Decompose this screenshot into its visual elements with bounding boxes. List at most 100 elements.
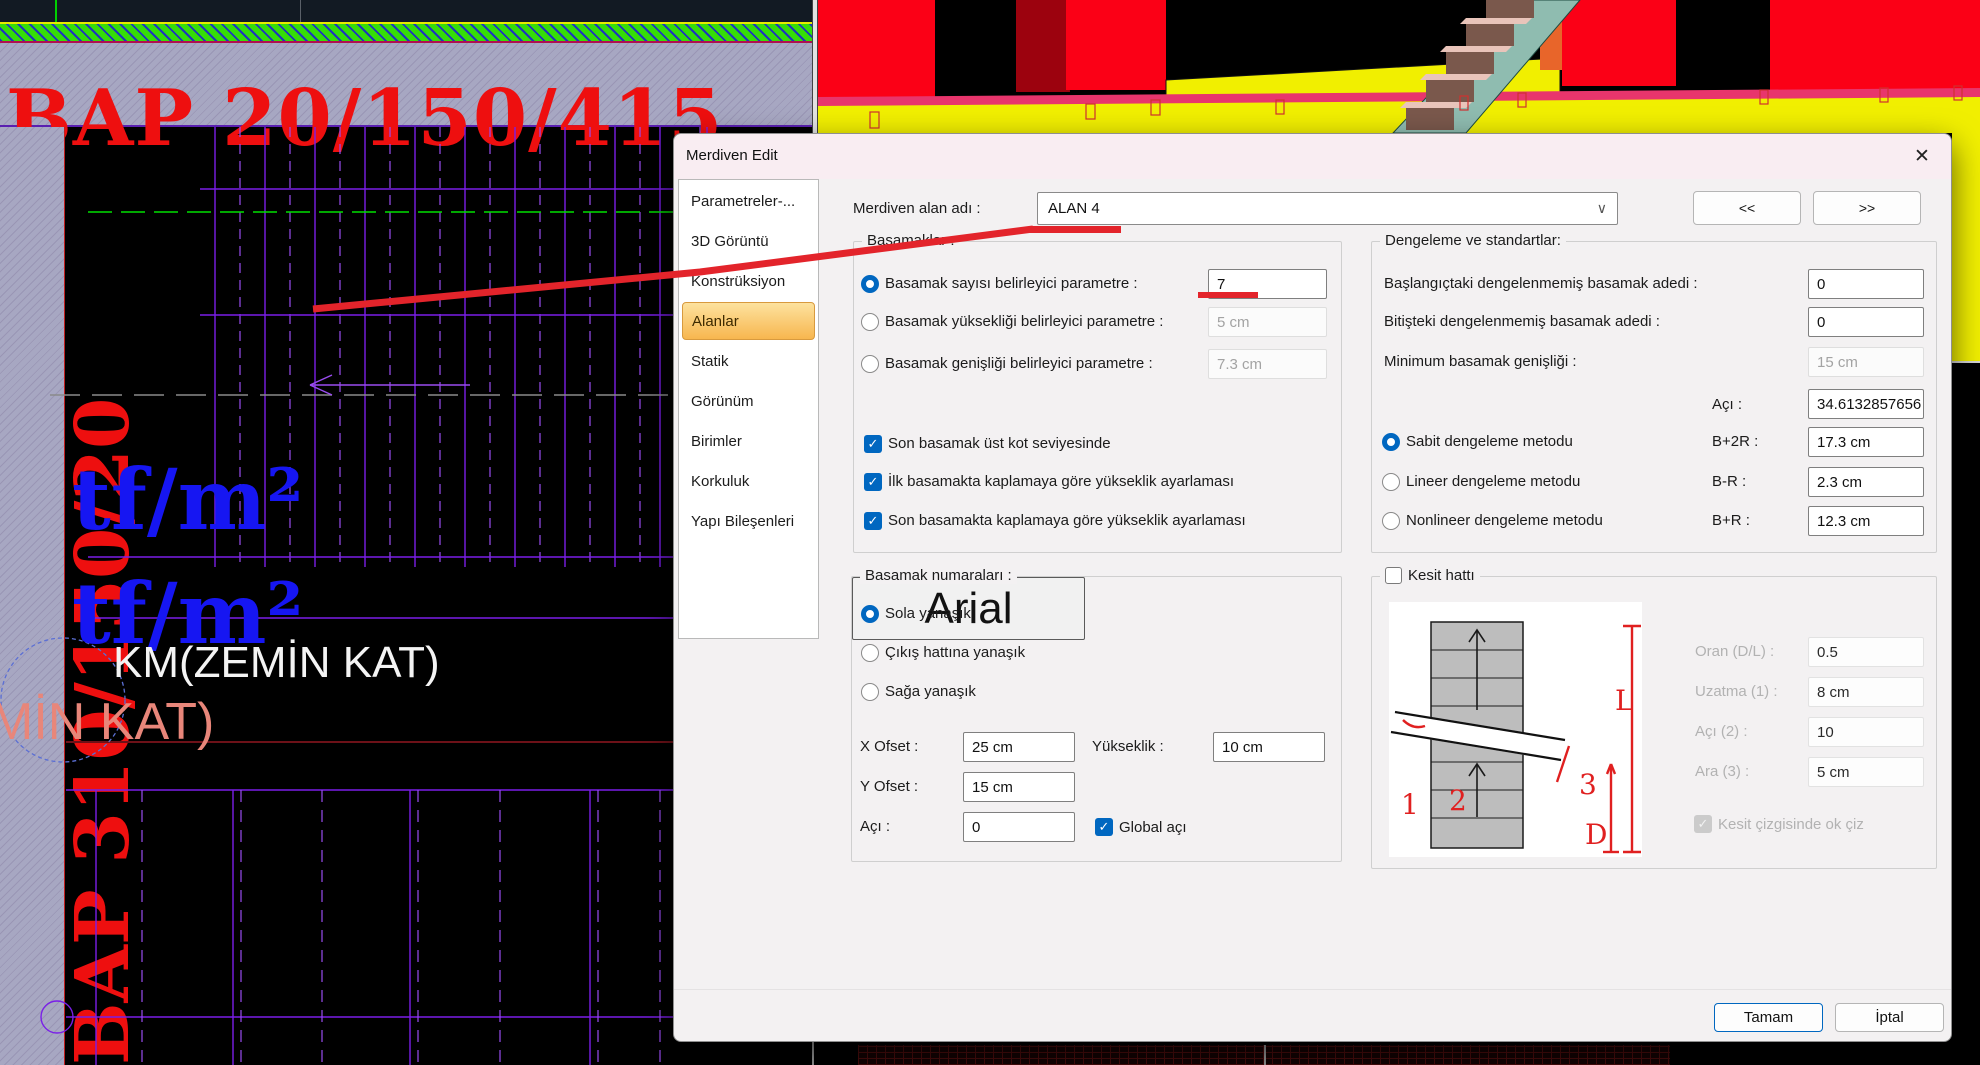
group-basamaklar-legend: Basamaklar : <box>862 232 960 249</box>
basamak-param-label-2: Basamak genişliği belirleyici parametre … <box>885 355 1153 372</box>
dialog-titlebar[interactable]: Merdiven Edit ✕ <box>674 134 1951 179</box>
cad-green-vline <box>55 0 57 22</box>
3d-column <box>1562 0 1676 86</box>
dengeleme-counter-field-1[interactable]: 0 <box>1808 307 1924 337</box>
sidebar-item-3d-g-r-nt-[interactable]: 3D Görüntü <box>682 222 815 260</box>
diagram-label-3: 3 <box>1579 768 1597 801</box>
align-label-0: Sola yanaşık <box>885 605 971 622</box>
align-radio-1[interactable] <box>861 644 879 662</box>
dengeleme-method-label-1: Lineer dengeleme metodu <box>1406 473 1581 490</box>
cancel-button[interactable]: İptal <box>1835 1003 1944 1032</box>
global-aci-label: Global açı <box>1119 819 1187 836</box>
footer-separator <box>674 989 1951 990</box>
aci-label: Açı : <box>1712 396 1743 413</box>
sidebar-item-parametreler-[interactable]: Parametreler-... <box>682 182 815 220</box>
dengeleme-counter-label-1: Bitişteki dengelenmemiş basamak adedi : <box>1384 313 1660 330</box>
kesit-preview-diagram: 1 2 3 L D <box>1389 602 1642 857</box>
kesit-param-label-3: Ara (3) : <box>1695 763 1750 780</box>
sidebar-item-alanlar[interactable]: Alanlar <box>682 302 815 340</box>
group-numaralar-legend: Basamak numaraları : <box>860 567 1017 584</box>
group-basamaklar: Basamaklar : Basamak sayısı belirleyici … <box>853 232 1342 553</box>
dialog-sidebar: Parametreler-... 3D Görüntü Konstrüksiyon A… <box>678 179 819 639</box>
kesit-param-field-1[interactable]: 8 cm <box>1808 677 1924 707</box>
dengeleme-counter-label-2: Minimum basamak genişliği : <box>1384 353 1577 370</box>
ok-ciz-label: Kesit çizgisinde ok çiz <box>1718 816 1864 833</box>
dengeleme-dim-label-0: B+2R : <box>1712 433 1759 450</box>
align-radio-2[interactable] <box>861 683 879 701</box>
aci-field[interactable]: 34.6132857656 <box>1808 389 1924 419</box>
basamak-param-field-2[interactable]: 7.3 cm <box>1208 349 1327 379</box>
basamak-param-field-0[interactable]: 7 <box>1208 269 1327 299</box>
3d-column <box>1770 0 1980 90</box>
dengeleme-method-label-0: Sabit dengeleme metodu <box>1406 433 1573 450</box>
group-kesit-hatti: Kesit hattı 1 2 3 L D ✓ Kesit çizgisinde… <box>1371 567 1937 869</box>
floor-level-label-partial: MİN KAT) <box>0 693 215 751</box>
dengeleme-method-radio-0[interactable] <box>1382 433 1400 451</box>
sidebar-item-konstr-ksiyon[interactable]: Konstrüksiyon <box>682 262 815 300</box>
basamak-param-radio-0[interactable] <box>861 275 879 293</box>
basamak-option-label-2: Son basamakta kaplamaya göre yükseklik a… <box>888 512 1246 529</box>
sidebar-item-statik[interactable]: Statik <box>682 342 815 380</box>
dengeleme-dim-label-2: B+R : <box>1712 512 1750 529</box>
sidebar-item-korkuluk[interactable]: Korkuluk <box>682 462 815 500</box>
group-kesit-legend: Kesit hattı <box>1380 567 1480 584</box>
load-label-1: tf/m² <box>72 450 304 549</box>
cad-top-strip <box>0 0 818 22</box>
y-ofset-label: Y Ofset : <box>860 778 919 795</box>
basamak-option-checkbox-2[interactable]: ✓ <box>864 512 882 530</box>
dengeleme-method-label-2: Nonlineer dengeleme metodu <box>1406 512 1603 529</box>
y-ofset-field[interactable]: 15 cm <box>963 772 1075 802</box>
yukseklik-label: Yükseklik : <box>1092 738 1164 755</box>
numaralar-aci-field[interactable]: 0 <box>963 812 1075 842</box>
x-ofset-field[interactable]: 25 cm <box>963 732 1075 762</box>
align-radio-0[interactable] <box>861 605 879 623</box>
merdiven-edit-dialog: Merdiven Edit ✕ Parametreler-... 3D Görün… <box>673 133 1952 1042</box>
basamak-option-checkbox-1[interactable]: ✓ <box>864 473 882 491</box>
basamak-param-field-1[interactable]: 5 cm <box>1208 307 1327 337</box>
3d-column-shaded <box>1016 0 1070 92</box>
kesit-hatti-label: Kesit hattı <box>1408 567 1475 584</box>
dengeleme-counter-label-0: Başlangıçtaki dengelenmemiş basamak aded… <box>1384 275 1698 292</box>
basamak-option-label-0: Son basamak üst kot seviyesinde <box>888 435 1111 452</box>
diagram-label-1: 1 <box>1401 788 1419 821</box>
3d-floor-right-strip <box>1952 133 1980 361</box>
basamak-param-radio-2[interactable] <box>861 355 879 373</box>
align-label-2: Sağa yanaşık <box>885 683 976 700</box>
kesit-param-field-0[interactable]: 0.5 <box>1808 637 1924 667</box>
dengeleme-method-radio-1[interactable] <box>1382 473 1400 491</box>
basamak-param-label-1: Basamak yüksekliği belirleyici parametre… <box>885 313 1164 330</box>
3d-viewport <box>818 0 1980 133</box>
dengeleme-counter-field-2[interactable]: 15 cm <box>1808 347 1924 377</box>
kesit-param-label-2: Açı (2) : <box>1695 723 1748 740</box>
basamak-param-radio-1[interactable] <box>861 313 879 331</box>
sidebar-item-yap-bile-enleri[interactable]: Yapı Bileşenleri <box>682 502 815 540</box>
next-area-button[interactable]: >> <box>1813 191 1921 225</box>
dengeleme-dim-field-2[interactable]: 12.3 cm <box>1808 506 1924 536</box>
dengeleme-dim-field-1[interactable]: 2.3 cm <box>1808 467 1924 497</box>
area-name-value: ALAN 4 <box>1048 200 1100 217</box>
group-dengeleme-legend: Dengeleme ve standartlar: <box>1380 232 1566 249</box>
sidebar-item-g-r-n-m[interactable]: Görünüm <box>682 382 815 420</box>
ok-button[interactable]: Tamam <box>1714 1003 1823 1032</box>
yukseklik-field[interactable]: 10 cm <box>1213 732 1325 762</box>
dialog-title: Merdiven Edit <box>686 147 778 164</box>
close-icon[interactable]: ✕ <box>1906 141 1938 171</box>
area-name-combobox[interactable]: ALAN 4 ∨ <box>1037 192 1618 225</box>
dengeleme-counter-field-0[interactable]: 0 <box>1808 269 1924 299</box>
numaralar-aci-label: Açı : <box>860 818 891 835</box>
kesit-param-field-2[interactable]: 10 <box>1808 717 1924 747</box>
group-dengeleme: Dengeleme ve standartlar: Açı : 34.61328… <box>1371 232 1937 553</box>
align-label-1: Çıkış hattına yanaşık <box>885 644 1026 661</box>
dengeleme-dim-field-0[interactable]: 17.3 cm <box>1808 427 1924 457</box>
sidebar-item-birimler[interactable]: Birimler <box>682 422 815 460</box>
floor-level-label: KM(ZEMİN KAT) <box>113 638 440 687</box>
kesit-param-label-1: Uzatma (1) : <box>1695 683 1778 700</box>
kesit-param-field-3[interactable]: 5 cm <box>1808 757 1924 787</box>
dengeleme-method-radio-2[interactable] <box>1382 512 1400 530</box>
diagram-label-2: 2 <box>1449 784 1467 817</box>
basamak-option-checkbox-0[interactable]: ✓ <box>864 435 882 453</box>
prev-area-button[interactable]: << <box>1693 191 1801 225</box>
dengeleme-dim-label-1: B-R : <box>1712 473 1747 490</box>
global-aci-checkbox[interactable]: ✓ <box>1095 818 1113 836</box>
kesit-hatti-checkbox[interactable] <box>1385 567 1402 584</box>
